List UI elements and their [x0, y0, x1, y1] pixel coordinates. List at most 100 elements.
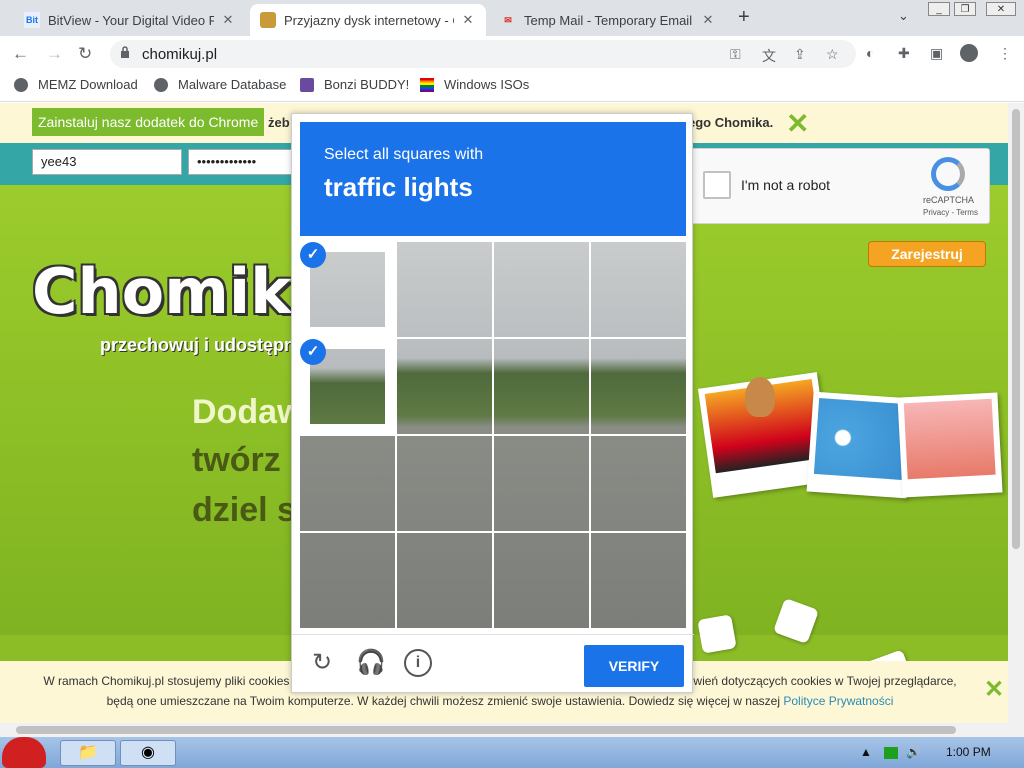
- scroll-thumb[interactable]: [16, 726, 956, 734]
- close-cookie-icon[interactable]: ✕: [984, 675, 1004, 704]
- tab-title: Przyjazny dysk internetowy - C: [284, 12, 454, 28]
- tab-chomikuj[interactable]: Przyjazny dysk internetowy - C ✕: [250, 4, 486, 36]
- photo-pink: [897, 392, 1003, 498]
- side-panel-icon[interactable]: ▣: [930, 45, 943, 62]
- start-button-angry-bird-icon[interactable]: [2, 737, 46, 768]
- tile-image: [397, 242, 492, 337]
- challenge-tile[interactable]: ✓: [300, 242, 395, 337]
- close-tab-icon[interactable]: ✕: [220, 12, 236, 28]
- challenge-instruction: Select all squares with: [324, 146, 484, 163]
- close-tab-icon[interactable]: ✕: [460, 12, 476, 28]
- taskbar: 📁 ◉ ▲ 🔊 1:00 PM: [0, 737, 1024, 768]
- challenge-tile[interactable]: [494, 436, 589, 531]
- bookmark-bonzi[interactable]: Bonzi BUDDY!: [300, 77, 409, 92]
- tile-image: [591, 242, 686, 337]
- bookmark-star-icon[interactable]: ☆: [826, 46, 839, 63]
- url-text: chomikuj.pl: [142, 46, 218, 63]
- bookmark-malware-db[interactable]: Malware Database: [154, 77, 286, 92]
- challenge-tile[interactable]: [591, 436, 686, 531]
- audio-challenge-icon[interactable]: 🎧: [356, 649, 386, 677]
- tile-image: [494, 436, 589, 531]
- menu-kebab-icon[interactable]: ⋮: [998, 45, 1012, 62]
- challenge-tile[interactable]: [591, 242, 686, 337]
- lock-icon: [121, 46, 129, 58]
- password-input[interactable]: •••••••••••••: [188, 149, 298, 175]
- tray-arrow-icon[interactable]: ▲: [860, 745, 872, 759]
- share-icon[interactable]: ⇪: [794, 46, 806, 63]
- recaptcha-widget: I'm not a robot reCAPTCHA Privacy - Term…: [690, 148, 990, 224]
- challenge-tile[interactable]: [397, 436, 492, 531]
- key-icon[interactable]: ⚿: [730, 46, 741, 63]
- tab-search-chevron-icon[interactable]: ⌄: [898, 8, 909, 24]
- challenge-tile[interactable]: [591, 339, 686, 434]
- recaptcha-logo-icon: [931, 157, 965, 191]
- challenge-target: traffic lights: [324, 172, 473, 202]
- challenge-tile[interactable]: [494, 242, 589, 337]
- tray-network-icon[interactable]: [884, 747, 898, 759]
- forward-icon[interactable]: →: [46, 44, 63, 64]
- browser-toolbar: ← → ↻ chomikuj.pl ⚿ 文 ⇪ ☆ ◐ ✚ ▣ ⋮: [0, 36, 1024, 70]
- minimize-icon[interactable]: _: [928, 2, 950, 16]
- bookmark-windows-isos[interactable]: Windows ISOs: [420, 77, 529, 92]
- tab-bitview[interactable]: Bit BitView - Your Digital Video Re ✕: [14, 4, 246, 36]
- challenge-tile[interactable]: [494, 533, 589, 628]
- clock[interactable]: 1:00 PM: [946, 745, 991, 759]
- promo-text-end: ego Chomika.: [688, 115, 774, 130]
- tray-volume-icon[interactable]: 🔊: [906, 745, 921, 759]
- horizontal-scrollbar[interactable]: [0, 723, 1024, 737]
- tab-tempmail[interactable]: ✉ Temp Mail - Temporary Email ✕: [490, 4, 726, 36]
- headline-line-1: Dodaw: [192, 393, 304, 431]
- scroll-thumb[interactable]: [1012, 109, 1020, 549]
- hamster-icon: [745, 377, 775, 417]
- close-tab-icon[interactable]: ✕: [700, 12, 716, 28]
- extensions-puzzle-icon[interactable]: ✚: [898, 45, 910, 62]
- back-icon[interactable]: ←: [12, 44, 29, 64]
- tab-title: BitView - Your Digital Video Re: [48, 12, 214, 28]
- chomik-favicon-icon: [260, 12, 276, 28]
- headline-line-2: twórz: [192, 441, 281, 479]
- reload-challenge-icon[interactable]: ↻: [308, 649, 336, 677]
- register-button[interactable]: Zarejestruj: [868, 241, 986, 267]
- recaptcha-checkbox[interactable]: [703, 171, 731, 199]
- tile-image: [494, 339, 589, 434]
- recaptcha-challenge: Select all squares with traffic lights ✓…: [291, 113, 694, 694]
- tile-image: [300, 533, 395, 628]
- verify-button[interactable]: VERIFY: [584, 645, 684, 687]
- challenge-tile[interactable]: [494, 339, 589, 434]
- bookmark-memz[interactable]: MEMZ Download: [14, 77, 138, 92]
- recaptcha-privacy-terms[interactable]: Privacy - Terms: [923, 208, 978, 217]
- info-icon[interactable]: i: [404, 649, 432, 677]
- install-addon-button[interactable]: Zainstaluj nasz dodatek do Chrome: [32, 108, 265, 136]
- promo-text-start: żeb: [268, 115, 290, 130]
- image-file-icon: [772, 597, 820, 645]
- profile-avatar-icon[interactable]: [960, 44, 978, 62]
- challenge-tile[interactable]: [300, 533, 395, 628]
- tile-image: [397, 339, 492, 434]
- tile-image: [397, 436, 492, 531]
- challenge-footer: ↻ 🎧 i VERIFY: [292, 634, 694, 694]
- new-tab-icon[interactable]: +: [738, 6, 750, 29]
- vertical-scrollbar[interactable]: [1008, 103, 1024, 723]
- extension-flag-icon[interactable]: ◐: [866, 45, 874, 61]
- globe-icon: [154, 77, 168, 92]
- challenge-tile[interactable]: [397, 533, 492, 628]
- challenge-tile[interactable]: ✓: [300, 339, 395, 434]
- challenge-tile[interactable]: [591, 533, 686, 628]
- translate-icon[interactable]: 文: [762, 46, 776, 66]
- close-promo-icon[interactable]: ✕: [786, 107, 809, 140]
- challenge-tile[interactable]: [300, 436, 395, 531]
- taskbar-explorer-icon[interactable]: 📁: [60, 740, 116, 766]
- tile-image: [494, 533, 589, 628]
- restore-icon[interactable]: ❐: [954, 2, 976, 16]
- username-input[interactable]: yee43: [32, 149, 182, 175]
- challenge-tile[interactable]: [397, 242, 492, 337]
- tagline: przechowuj i udostępni: [100, 335, 301, 355]
- taskbar-chrome-icon[interactable]: ◉: [120, 740, 176, 766]
- address-bar[interactable]: chomikuj.pl ⚿ 文 ⇪ ☆: [110, 40, 856, 68]
- reload-icon[interactable]: ↻: [78, 44, 92, 64]
- close-window-icon[interactable]: ✕: [986, 2, 1016, 16]
- privacy-policy-link[interactable]: Polityce Prywatności: [783, 694, 893, 708]
- tile-image: [494, 242, 589, 337]
- challenge-tile[interactable]: [397, 339, 492, 434]
- selected-check-icon: ✓: [300, 242, 326, 268]
